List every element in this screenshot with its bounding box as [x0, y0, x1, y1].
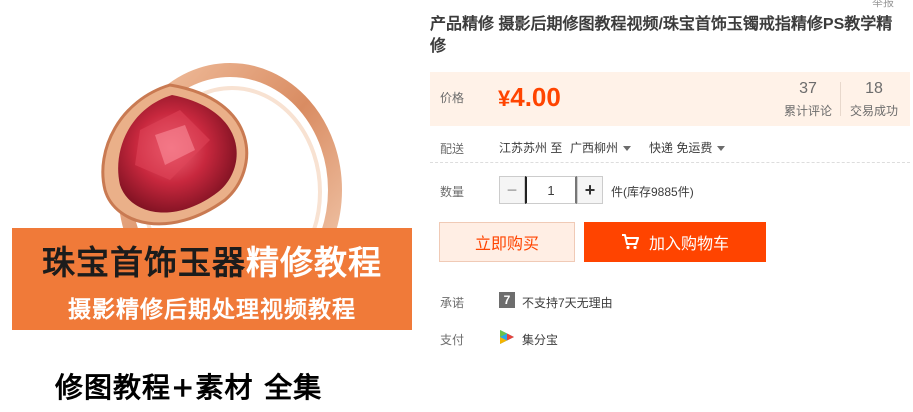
report-link[interactable]: 举报	[872, 0, 894, 10]
promise-text[interactable]: 不支持7天无理由	[522, 294, 613, 311]
add-to-cart-label: 加入购物车	[648, 236, 729, 253]
price-value: ¥4.00	[498, 82, 561, 114]
product-image[interactable]: 珠宝首饰玉器精修教程 摄影精修后期处理视频教程 修图教程+素材 全集	[0, 0, 420, 412]
jifenbao-icon	[500, 330, 514, 344]
reviews-label: 累计评论	[783, 104, 832, 118]
quantity-input[interactable]	[525, 176, 577, 204]
currency-symbol: ¥	[498, 86, 511, 111]
delivery-label: 配送	[440, 142, 465, 156]
promo-banner: 珠宝首饰玉器精修教程 摄影精修后期处理视频教程	[12, 228, 412, 330]
decrease-quantity-button[interactable]: −	[499, 176, 525, 204]
delivery-from: 江苏苏州 至	[499, 141, 563, 155]
reviews-stat[interactable]: 37 累计评论	[780, 80, 836, 119]
quantity-stepper: − +	[499, 176, 603, 204]
increase-quantity-button[interactable]: +	[577, 176, 603, 204]
delivery-destination: 广西柳州	[570, 141, 619, 155]
product-title: 产品精修 摄影后期修图教程视频/珠宝首饰玉镯戒指精修PS教学精修	[430, 16, 893, 55]
delivery-destination-select[interactable]: 广西柳州	[570, 139, 632, 156]
price-panel: 价格 ¥4.00 37 累计评论 18 交易成功	[430, 72, 910, 126]
banner-headline: 珠宝首饰玉器精修教程	[12, 236, 412, 284]
payment-label: 支付	[440, 333, 465, 347]
image-caption: 修图教程+素材 全集	[55, 371, 323, 404]
sales-label: 交易成功	[849, 104, 898, 118]
banner-headline-part2: 精修教程	[246, 243, 382, 282]
banner-headline-part1: 珠宝首饰玉器	[42, 243, 246, 282]
banner-subtitle: 摄影精修后期处理视频教程	[68, 297, 356, 323]
stat-divider	[840, 82, 841, 116]
buy-now-button[interactable]: 立即购买	[439, 222, 575, 262]
reviews-count: 37	[799, 80, 817, 97]
no-return-icon: 7	[499, 292, 515, 308]
divider	[430, 162, 910, 163]
shopping-cart-icon	[621, 234, 639, 250]
price-label: 价格	[440, 91, 465, 105]
sales-stat: 18 交易成功	[846, 80, 902, 119]
stock-info: 件(库存9885件)	[611, 185, 694, 199]
quantity-label: 数量	[440, 185, 465, 199]
sales-count: 18	[865, 80, 883, 97]
add-to-cart-button[interactable]: 加入购物车	[584, 222, 766, 262]
delivery-method-select[interactable]: 快递 免运费	[649, 139, 726, 156]
chevron-down-icon	[717, 146, 726, 152]
chevron-down-icon	[623, 146, 632, 152]
promise-label: 承诺	[440, 296, 465, 310]
payment-method: 集分宝	[522, 333, 559, 347]
price-amount: 4.00	[510, 82, 561, 112]
delivery-method: 快递 免运费	[649, 141, 713, 155]
